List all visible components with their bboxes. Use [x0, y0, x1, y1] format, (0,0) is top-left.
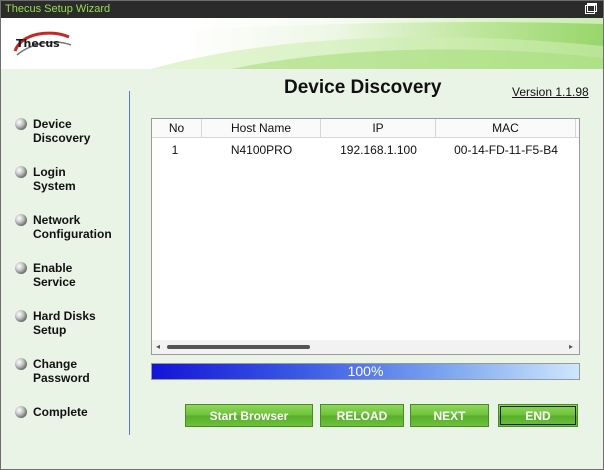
cell-ip: 192.168.1.100 — [340, 143, 417, 157]
setup-wizard-window: Thecus Setup Wizard Thecus Device Discov… — [0, 0, 604, 470]
nav-item-label: Hard Disks Setup — [33, 309, 96, 337]
horizontal-scrollbar[interactable]: ◂ ▸ — [152, 340, 579, 354]
nav-item-label: Device Discovery — [33, 117, 91, 145]
device-list-table[interactable]: No Host Name IP MAC 1 N4100PRO 192.168.1… — [151, 118, 580, 355]
start-browser-button[interactable]: Start Browser — [185, 404, 313, 427]
nav-item-label: Network Configuration — [33, 213, 112, 241]
window-title: Thecus Setup Wizard — [5, 3, 111, 15]
step-bullet-icon — [15, 118, 27, 130]
step-bullet-icon — [15, 166, 27, 178]
column-header-host-name[interactable]: Host Name — [202, 119, 321, 137]
step-bullet-icon — [15, 406, 27, 418]
cell-no: 1 — [171, 143, 179, 157]
nav-item-label: Change Password — [33, 357, 90, 385]
header-banner: Thecus — [1, 18, 603, 69]
reload-button[interactable]: RELOAD — [320, 404, 404, 427]
cell-mac: 00-14-FD-11-F5-B4 — [454, 143, 558, 157]
nav-item-label: Login System — [33, 165, 76, 193]
restore-window-icon[interactable] — [585, 3, 597, 14]
nav-divider — [129, 91, 130, 435]
discovery-progress-bar: 100% — [151, 363, 580, 380]
page-title: Device Discovery — [284, 77, 442, 98]
version-label: Version 1.1.98 — [512, 85, 589, 99]
step-bullet-icon — [15, 310, 27, 322]
cell-host-name: N4100PRO — [230, 143, 293, 157]
nav-item-label: Enable Service — [33, 261, 76, 289]
step-bullet-icon — [15, 214, 27, 226]
scroll-right-icon[interactable]: ▸ — [569, 342, 573, 351]
next-button[interactable]: NEXT — [410, 404, 489, 427]
scrollbar-thumb[interactable] — [167, 345, 310, 349]
column-header-ip[interactable]: IP — [321, 119, 436, 137]
scroll-left-icon[interactable]: ◂ — [156, 342, 160, 351]
step-bullet-icon — [15, 262, 27, 274]
title-bar: Thecus Setup Wizard — [1, 1, 603, 18]
nav-item-label: Complete — [33, 405, 88, 419]
column-header-no[interactable]: No — [152, 119, 202, 137]
banner-swoosh-graphic — [1, 18, 603, 69]
progress-label: 100% — [347, 363, 384, 379]
table-header: No Host Name IP MAC — [152, 119, 579, 138]
logo-text: Thecus — [16, 37, 60, 50]
end-button[interactable]: END — [498, 404, 578, 427]
step-bullet-icon — [15, 358, 27, 370]
column-header-mac[interactable]: MAC — [436, 119, 576, 137]
